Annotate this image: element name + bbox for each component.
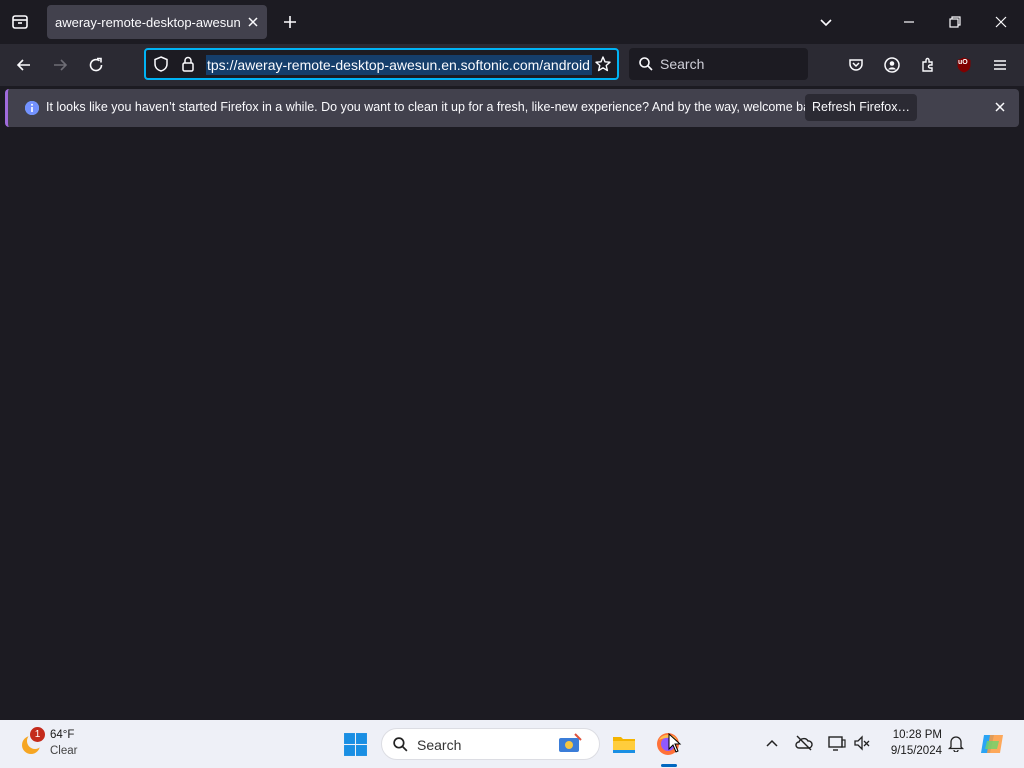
notification-message: It looks like you haven’t started Firefo…: [46, 100, 827, 114]
windows-taskbar: 1 64°F Clear Search 10:28 PM 9/15/2024: [0, 720, 1024, 768]
mouse-cursor-icon: [668, 733, 682, 753]
page-content[interactable]: [0, 132, 1024, 720]
onedrive-offline-icon[interactable]: [794, 734, 814, 752]
ublock-origin-icon[interactable]: uO: [950, 51, 978, 79]
lock-icon[interactable]: [179, 55, 197, 73]
copilot-icon[interactable]: [979, 731, 1005, 757]
start-windows-icon[interactable]: [343, 732, 368, 757]
clock-date[interactable]: 9/15/2024: [884, 745, 942, 757]
show-hidden-icons-chevron-icon[interactable]: [764, 736, 780, 752]
tab-close-icon[interactable]: [245, 14, 261, 30]
search-placeholder: Search: [660, 56, 705, 72]
tab-title: aweray-remote-desktop-awesun.en.softonic…: [55, 15, 241, 30]
bookmark-star-icon[interactable]: [594, 55, 612, 73]
weather-condition[interactable]: Clear: [50, 745, 77, 757]
reload-icon[interactable]: [82, 51, 110, 79]
taskbar-search-box[interactable]: Search: [381, 728, 600, 760]
url-text[interactable]: tps://aweray-remote-desktop-awesun.en.so…: [206, 55, 592, 75]
tab-strip: aweray-remote-desktop-awesun.en.softonic…: [0, 0, 1024, 44]
info-icon: [24, 100, 40, 116]
search-icon: [638, 56, 654, 72]
account-icon[interactable]: [878, 51, 906, 79]
minimize-icon[interactable]: [895, 8, 923, 36]
search-highlight-icon: [557, 732, 583, 756]
weather-temp[interactable]: 64°F: [50, 729, 74, 741]
refresh-firefox-button[interactable]: Refresh Firefox…: [805, 94, 917, 121]
browser-tab[interactable]: aweray-remote-desktop-awesun.en.softonic…: [47, 5, 267, 39]
ublock-badge: uO: [958, 59, 968, 66]
hamburger-menu-icon[interactable]: [986, 51, 1014, 79]
restore-icon[interactable]: [941, 8, 969, 36]
close-notification-icon[interactable]: [993, 100, 1007, 114]
back-icon[interactable]: [10, 51, 38, 79]
pocket-icon[interactable]: [842, 51, 870, 79]
refresh-firefox-notification: It looks like you haven’t started Firefo…: [5, 89, 1019, 127]
display-network-icon[interactable]: [827, 734, 847, 752]
search-bar[interactable]: Search: [629, 48, 808, 80]
close-window-icon[interactable]: [987, 8, 1015, 36]
address-bar[interactable]: tps://aweray-remote-desktop-awesun.en.so…: [144, 48, 619, 80]
extensions-icon[interactable]: [914, 51, 942, 79]
forward-icon[interactable]: [46, 51, 74, 79]
volume-muted-icon[interactable]: [853, 734, 871, 752]
tracking-protection-shield-icon[interactable]: [152, 55, 170, 73]
clock-time[interactable]: 10:28 PM: [884, 729, 942, 741]
tab-list-icon[interactable]: [6, 8, 34, 36]
file-explorer-icon[interactable]: [611, 731, 637, 757]
taskbar-search-icon: [392, 736, 409, 753]
notification-bell-icon[interactable]: [947, 734, 965, 752]
weather-badge: 1: [30, 727, 45, 742]
taskbar-search-label: Search: [417, 737, 462, 753]
list-all-tabs-icon[interactable]: [812, 8, 840, 36]
firefox-active-indicator: [661, 764, 677, 767]
new-tab-icon[interactable]: [276, 8, 304, 36]
